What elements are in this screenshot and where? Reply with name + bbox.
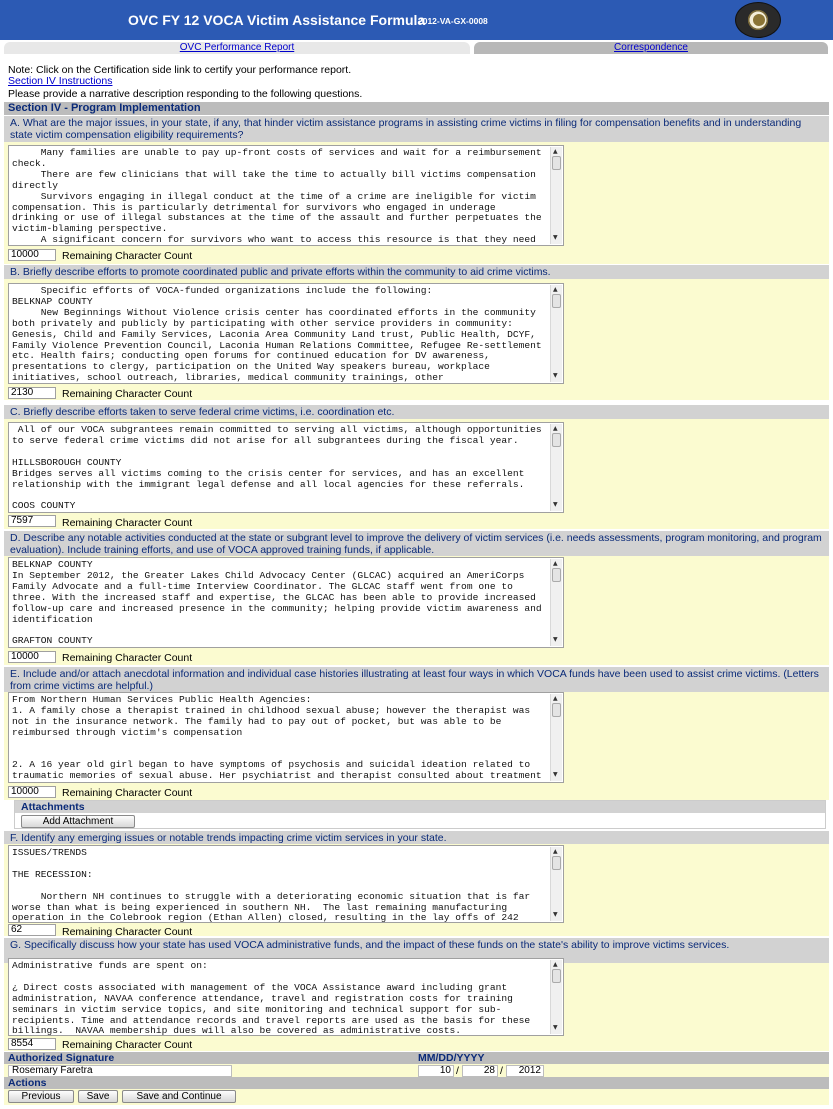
scrollbar[interactable]: ▲ ▼ xyxy=(550,559,562,646)
remaining-count-label: Remaining Character Count xyxy=(62,388,193,400)
remaining-count-d: 10000 xyxy=(8,651,56,663)
scrollbar[interactable]: ▲ ▼ xyxy=(550,694,562,781)
scroll-down-icon[interactable]: ▼ xyxy=(553,635,558,646)
remaining-count-label: Remaining Character Count xyxy=(62,517,193,529)
scroll-thumb[interactable] xyxy=(552,969,561,983)
answer-textarea-d[interactable]: BELKNAP COUNTY In September 2012, the Gr… xyxy=(8,557,564,648)
answer-text-g: Administrative funds are spent on: ¿ Dir… xyxy=(12,960,531,1036)
doj-seal-icon xyxy=(735,2,781,38)
scroll-down-icon[interactable]: ▼ xyxy=(553,910,558,921)
remaining-count-label: Remaining Character Count xyxy=(62,652,193,664)
grant-number: 2012-VA-GX-0008 xyxy=(418,16,488,26)
remaining-count-label: Remaining Character Count xyxy=(62,250,193,262)
scroll-thumb[interactable] xyxy=(552,568,561,582)
answer-textarea-a[interactable]: Many families are unable to pay up-front… xyxy=(8,145,564,246)
answer-text-e: From Northern Human Services Public Heal… xyxy=(12,694,542,782)
scrollbar[interactable]: ▲ ▼ xyxy=(550,424,562,511)
question-a: A. What are the major issues, in your st… xyxy=(4,115,829,142)
answer-textarea-b[interactable]: Specific efforts of VOCA-funded organiza… xyxy=(8,283,564,384)
scroll-thumb[interactable] xyxy=(552,433,561,447)
date-separator: / xyxy=(456,1065,459,1077)
scrollbar[interactable]: ▲ ▼ xyxy=(550,285,562,382)
remaining-count-a: 10000 xyxy=(8,249,56,261)
section-instructions-link[interactable]: Section IV Instructions xyxy=(8,75,112,87)
previous-button[interactable]: Previous xyxy=(8,1090,74,1103)
remaining-count-g: 8554 xyxy=(8,1038,56,1050)
answer-text-d: BELKNAP COUNTY In September 2012, the Gr… xyxy=(12,559,542,647)
date-format-label: MM/DD/YYYY xyxy=(414,1052,829,1064)
scrollbar[interactable]: ▲ ▼ xyxy=(550,847,562,921)
tab-correspondence[interactable]: Correspondence xyxy=(474,42,828,54)
date-month-field[interactable]: 10 xyxy=(418,1065,454,1077)
attachments-title: Attachments xyxy=(15,801,825,813)
date-day-field[interactable]: 28 xyxy=(462,1065,498,1077)
scroll-thumb[interactable] xyxy=(552,294,561,308)
signature-name-field[interactable]: Rosemary Faretra xyxy=(8,1065,232,1077)
answer-textarea-g[interactable]: Administrative funds are spent on: ¿ Dir… xyxy=(8,958,564,1036)
scrollbar[interactable]: ▲ ▼ xyxy=(550,147,562,244)
app-title: OVC FY 12 VOCA Victim Assistance Formula xyxy=(128,12,426,28)
answer-textarea-f[interactable]: ISSUES/TRENDS THE RECESSION: Northern NH… xyxy=(8,845,564,923)
actions-title: Actions xyxy=(4,1077,829,1089)
answer-text-c: All of our VOCA subgrantees remain commi… xyxy=(12,424,542,512)
tab-performance-report-link[interactable]: OVC Performance Report xyxy=(180,42,295,53)
answer-textarea-e[interactable]: From Northern Human Services Public Heal… xyxy=(8,692,564,783)
scroll-down-icon[interactable]: ▼ xyxy=(553,500,558,511)
tab-correspondence-link[interactable]: Correspondence xyxy=(614,42,688,53)
date-separator: / xyxy=(500,1065,503,1077)
add-attachment-button[interactable]: Add Attachment xyxy=(21,815,135,828)
answer-text-b: Specific efforts of VOCA-funded organiza… xyxy=(12,285,542,384)
section-title: Section IV - Program Implementation xyxy=(4,102,829,115)
answer-textarea-c[interactable]: All of our VOCA subgrantees remain commi… xyxy=(8,422,564,513)
remaining-count-f: 62 xyxy=(8,924,56,936)
narrative-prompt: Please provide a narrative description r… xyxy=(8,88,363,100)
remaining-count-b: 2130 xyxy=(8,387,56,399)
tab-performance-report[interactable]: OVC Performance Report xyxy=(4,42,470,54)
question-d: D. Describe any notable activities condu… xyxy=(4,530,829,556)
question-e: E. Include and/or attach anecdotal infor… xyxy=(4,666,829,692)
answer-text-f: ISSUES/TRENDS THE RECESSION: Northern NH… xyxy=(12,847,531,923)
scrollbar[interactable]: ▲ ▼ xyxy=(550,960,562,1034)
answer-text-a: Many families are unable to pay up-front… xyxy=(12,147,542,246)
question-f: F. Identify any emerging issues or notab… xyxy=(4,830,829,844)
scroll-thumb[interactable] xyxy=(552,703,561,717)
scroll-down-icon[interactable]: ▼ xyxy=(553,1023,558,1034)
authorized-signature-label: Authorized Signature xyxy=(4,1052,414,1064)
save-button[interactable]: Save xyxy=(78,1090,118,1103)
remaining-count-c: 7597 xyxy=(8,515,56,527)
scroll-down-icon[interactable]: ▼ xyxy=(553,770,558,781)
remaining-count-label: Remaining Character Count xyxy=(62,1039,193,1051)
question-b: B. Briefly describe efforts to promote c… xyxy=(4,264,829,279)
scroll-thumb[interactable] xyxy=(552,856,561,870)
attachments-panel: Attachments Add Attachment xyxy=(14,800,826,829)
scroll-down-icon[interactable]: ▼ xyxy=(553,371,558,382)
date-year-field[interactable]: 2012 xyxy=(506,1065,544,1077)
scroll-down-icon[interactable]: ▼ xyxy=(553,233,558,244)
question-c: C. Briefly describe efforts taken to ser… xyxy=(4,404,829,419)
save-and-continue-button[interactable]: Save and Continue xyxy=(122,1090,236,1103)
remaining-count-label: Remaining Character Count xyxy=(62,787,193,799)
scroll-thumb[interactable] xyxy=(552,156,561,170)
remaining-count-e: 10000 xyxy=(8,786,56,798)
